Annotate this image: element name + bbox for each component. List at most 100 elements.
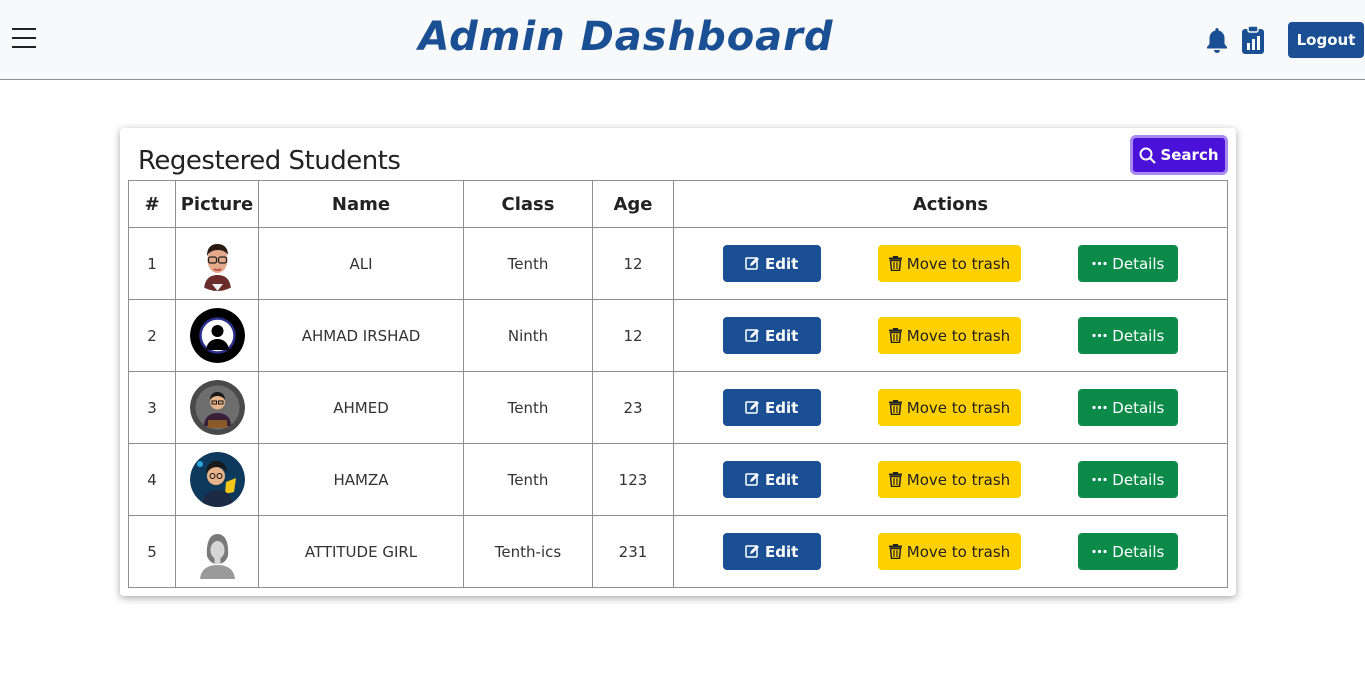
dots-icon (1092, 405, 1107, 410)
cell-class: Tenth (463, 371, 593, 444)
edit-label: Edit (765, 326, 799, 345)
trash-label: Move to trash (906, 398, 1011, 417)
dots-icon (1092, 261, 1107, 266)
cell-name: ALI (258, 227, 464, 300)
cell-actions: Edit Move to trash Details (673, 371, 1228, 444)
edit-icon (745, 545, 759, 558)
bell-icon[interactable] (1204, 26, 1230, 54)
cell-name: ATTITUDE GIRL (258, 515, 464, 588)
table-row: 1 ALI Tenth 12 Edit Move to trash Detail… (128, 227, 1228, 300)
trash-icon (888, 400, 902, 415)
details-button[interactable]: Details (1078, 245, 1179, 282)
column-header-name: Name (258, 180, 464, 228)
student-avatar (189, 236, 245, 291)
trash-icon (888, 544, 902, 559)
cell-class: Tenth (463, 443, 593, 516)
students-table: # Picture Name Class Age Actions 1 ALI T… (128, 180, 1228, 588)
cell-age: 12 (592, 227, 674, 300)
page-title: Admin Dashboard (418, 14, 834, 60)
trash-label: Move to trash (906, 254, 1011, 273)
search-button[interactable]: Search (1130, 135, 1228, 175)
cell-age: 23 (592, 371, 674, 444)
cell-picture (175, 371, 259, 444)
logout-button[interactable]: Logout (1288, 22, 1364, 58)
cell-age: 12 (592, 299, 674, 372)
details-button[interactable]: Details (1078, 461, 1179, 498)
cell-class: Tenth (463, 227, 593, 300)
edit-button[interactable]: Edit (722, 461, 821, 498)
dots-icon (1092, 549, 1107, 554)
table-row: 4 HAMZA Tenth 123 Edit Move to trash Det… (128, 443, 1228, 516)
column-header-picture: Picture (175, 180, 259, 228)
trash-label: Move to trash (906, 542, 1011, 561)
edit-icon (745, 473, 759, 486)
cell-name: AHMAD IRSHAD (258, 299, 464, 372)
move-to-trash-button[interactable]: Move to trash (877, 533, 1021, 570)
details-label: Details (1112, 470, 1165, 489)
dots-icon (1092, 333, 1107, 338)
cell-actions: Edit Move to trash Details (673, 515, 1228, 588)
cell-picture (175, 443, 259, 516)
cell-number: 5 (128, 515, 176, 588)
edit-icon (745, 401, 759, 414)
trash-icon (888, 472, 902, 487)
cell-class: Tenth-ics (463, 515, 593, 588)
edit-icon (745, 257, 759, 270)
move-to-trash-button[interactable]: Move to trash (877, 317, 1021, 354)
details-button[interactable]: Details (1078, 533, 1179, 570)
column-header-actions: Actions (673, 180, 1228, 228)
edit-button[interactable]: Edit (722, 317, 821, 354)
cell-age: 231 (592, 515, 674, 588)
cell-name: AHMED (258, 371, 464, 444)
trash-label: Move to trash (906, 470, 1011, 489)
table-header-row: # Picture Name Class Age Actions (128, 180, 1228, 228)
edit-button[interactable]: Edit (722, 389, 821, 426)
cell-name: HAMZA (258, 443, 464, 516)
cell-actions: Edit Move to trash Details (673, 299, 1228, 372)
edit-button[interactable]: Edit (722, 245, 821, 282)
move-to-trash-button[interactable]: Move to trash (877, 245, 1021, 282)
cell-number: 3 (128, 371, 176, 444)
details-label: Details (1112, 542, 1165, 561)
edit-label: Edit (765, 398, 799, 417)
navbar: Admin Dashboard Logout (0, 0, 1365, 80)
edit-icon (745, 329, 759, 342)
edit-label: Edit (765, 254, 799, 273)
column-header-age: Age (592, 180, 674, 228)
table-row: 5 ATTITUDE GIRL Tenth-ics 231 Edit Move … (128, 515, 1228, 588)
cell-actions: Edit Move to trash Details (673, 227, 1228, 300)
trash-icon (888, 328, 902, 343)
cell-picture (175, 227, 259, 300)
cell-number: 4 (128, 443, 176, 516)
column-header-number: # (128, 180, 176, 228)
edit-label: Edit (765, 542, 799, 561)
cell-actions: Edit Move to trash Details (673, 443, 1228, 516)
move-to-trash-button[interactable]: Move to trash (877, 461, 1021, 498)
clipboard-chart-icon[interactable] (1241, 25, 1265, 55)
student-avatar (189, 308, 245, 363)
cell-age: 123 (592, 443, 674, 516)
search-icon (1139, 147, 1157, 164)
details-button[interactable]: Details (1078, 389, 1179, 426)
card-title: Regestered Students (138, 146, 401, 176)
cell-number: 1 (128, 227, 176, 300)
details-label: Details (1112, 254, 1165, 273)
student-avatar (189, 380, 245, 435)
student-avatar (189, 524, 245, 579)
move-to-trash-button[interactable]: Move to trash (877, 389, 1021, 426)
details-label: Details (1112, 398, 1165, 417)
cell-class: Ninth (463, 299, 593, 372)
edit-button[interactable]: Edit (722, 533, 821, 570)
details-button[interactable]: Details (1078, 317, 1179, 354)
cell-number: 2 (128, 299, 176, 372)
column-header-class: Class (463, 180, 593, 228)
edit-label: Edit (765, 470, 799, 489)
cell-picture (175, 299, 259, 372)
student-avatar (189, 452, 245, 507)
table-row: 3 AHMED Tenth 23 Edit Move to trash Deta… (128, 371, 1228, 444)
details-label: Details (1112, 326, 1165, 345)
trash-icon (888, 256, 902, 271)
table-row: 2 AHMAD IRSHAD Ninth 12 Edit Move to tra (128, 299, 1228, 372)
students-card: Regestered Students Search # Picture Nam… (120, 128, 1236, 596)
dots-icon (1092, 477, 1107, 482)
